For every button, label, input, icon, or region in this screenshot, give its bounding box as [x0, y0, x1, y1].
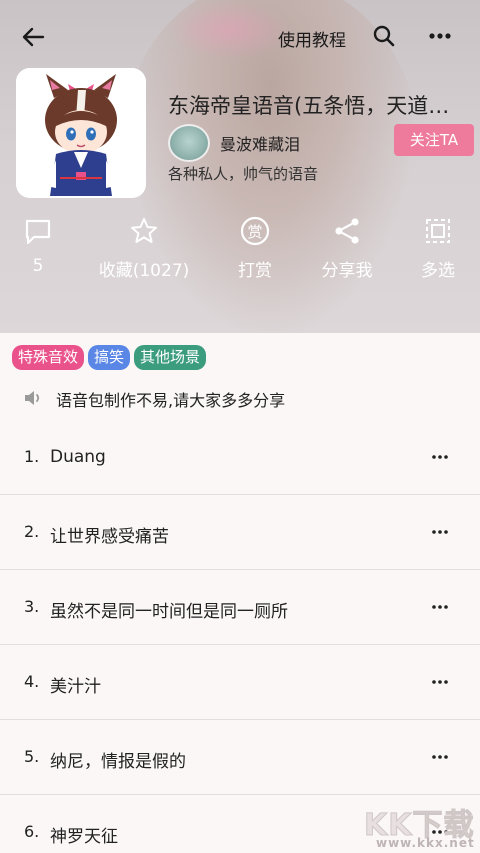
- back-arrow-icon: [22, 27, 45, 47]
- item-name: 美汁汁: [50, 677, 101, 697]
- notice-text: 语音包制作不易,请大家多多分享: [56, 391, 286, 410]
- item-number: 3.: [24, 597, 40, 616]
- list-item[interactable]: 3. 虽然不是同一时间但是同一厕所: [0, 570, 480, 645]
- multi-select-icon: [426, 219, 450, 243]
- item-number: 6.: [24, 822, 40, 841]
- item-number: 1.: [24, 447, 40, 466]
- more-options-icon[interactable]: [430, 673, 450, 691]
- speaker-icon: [25, 391, 40, 405]
- more-icon: [429, 33, 451, 39]
- pack-description: 各种私人，帅气的语音: [168, 165, 319, 183]
- tag-other-scenes[interactable]: 其他场景: [134, 345, 207, 370]
- list-item[interactable]: 2. 让世界感受痛苦: [0, 495, 480, 570]
- multi-select-label: 多选: [421, 261, 455, 281]
- list-item[interactable]: 5. 纳尼，情报是假的: [0, 720, 480, 795]
- star-icon: [131, 218, 157, 243]
- search-button[interactable]: [370, 22, 398, 50]
- item-number: 5.: [24, 747, 40, 766]
- more-options-icon[interactable]: [430, 448, 450, 466]
- back-button[interactable]: [18, 22, 48, 52]
- list-item[interactable]: 4. 美汁汁: [0, 645, 480, 720]
- voice-list: 1. Duang 2. 让世界感受痛苦 3. 虽然不是同一时间但是同一厕所 4.…: [0, 420, 480, 853]
- reward-icon: 赏: [240, 216, 270, 246]
- more-button[interactable]: [424, 22, 456, 50]
- share-label: 分享我: [321, 261, 373, 281]
- item-name: 神罗天征: [50, 827, 118, 847]
- multi-select-button[interactable]: 多选: [416, 216, 460, 281]
- item-number: 2.: [24, 522, 40, 541]
- tag-funny[interactable]: 搞笑: [88, 345, 131, 370]
- header-background: 使用教程 东海帝皇语音(五条悟，天道… 曼波难藏泪 关注TA 各种私人，帅气的语…: [0, 0, 480, 333]
- tag-list: 特殊音效 搞笑 其他场景: [12, 345, 210, 371]
- action-bar: 5 收藏(1027) 赏 打赏 分享我 多选: [0, 216, 480, 286]
- share-button[interactable]: 分享我: [315, 216, 379, 281]
- watermark-url: www.kkx.net: [376, 836, 475, 850]
- more-options-icon[interactable]: [430, 748, 450, 766]
- item-name: 纳尼，情报是假的: [50, 752, 186, 772]
- item-name: Duang: [50, 447, 106, 467]
- svg-text:赏: 赏: [247, 223, 262, 241]
- item-name: 让世界感受痛苦: [50, 527, 169, 547]
- item-name: 虽然不是同一时间但是同一厕所: [50, 602, 288, 622]
- share-icon: [335, 218, 359, 244]
- reward-button[interactable]: 赏 打赏: [230, 216, 280, 281]
- list-item[interactable]: 1. Duang: [0, 420, 480, 495]
- favorite-count: 收藏(1027): [98, 261, 190, 281]
- cover-image: [16, 68, 146, 198]
- reward-label: 打赏: [238, 261, 272, 281]
- author-name[interactable]: 曼波难藏泪: [220, 131, 300, 155]
- follow-button[interactable]: 关注TA: [394, 124, 474, 156]
- top-bar: 使用教程: [0, 0, 480, 72]
- pack-title: 东海帝皇语音(五条悟，天道…: [168, 94, 450, 118]
- tag-special-effects[interactable]: 特殊音效: [12, 345, 85, 370]
- tutorial-link[interactable]: 使用教程: [278, 26, 346, 51]
- comment-button[interactable]: 5: [18, 216, 58, 276]
- chibi-character-illustration: [16, 68, 146, 198]
- more-options-icon[interactable]: [430, 598, 450, 616]
- favorite-button[interactable]: 收藏(1027): [94, 216, 194, 281]
- search-icon: [373, 25, 395, 47]
- more-options-icon[interactable]: [430, 523, 450, 541]
- comment-count: 5: [32, 256, 44, 276]
- site-watermark: KK下载 www.kkx.net: [360, 800, 480, 853]
- author-avatar[interactable]: [168, 124, 210, 162]
- item-number: 4.: [24, 672, 40, 691]
- comment-icon: [25, 219, 51, 245]
